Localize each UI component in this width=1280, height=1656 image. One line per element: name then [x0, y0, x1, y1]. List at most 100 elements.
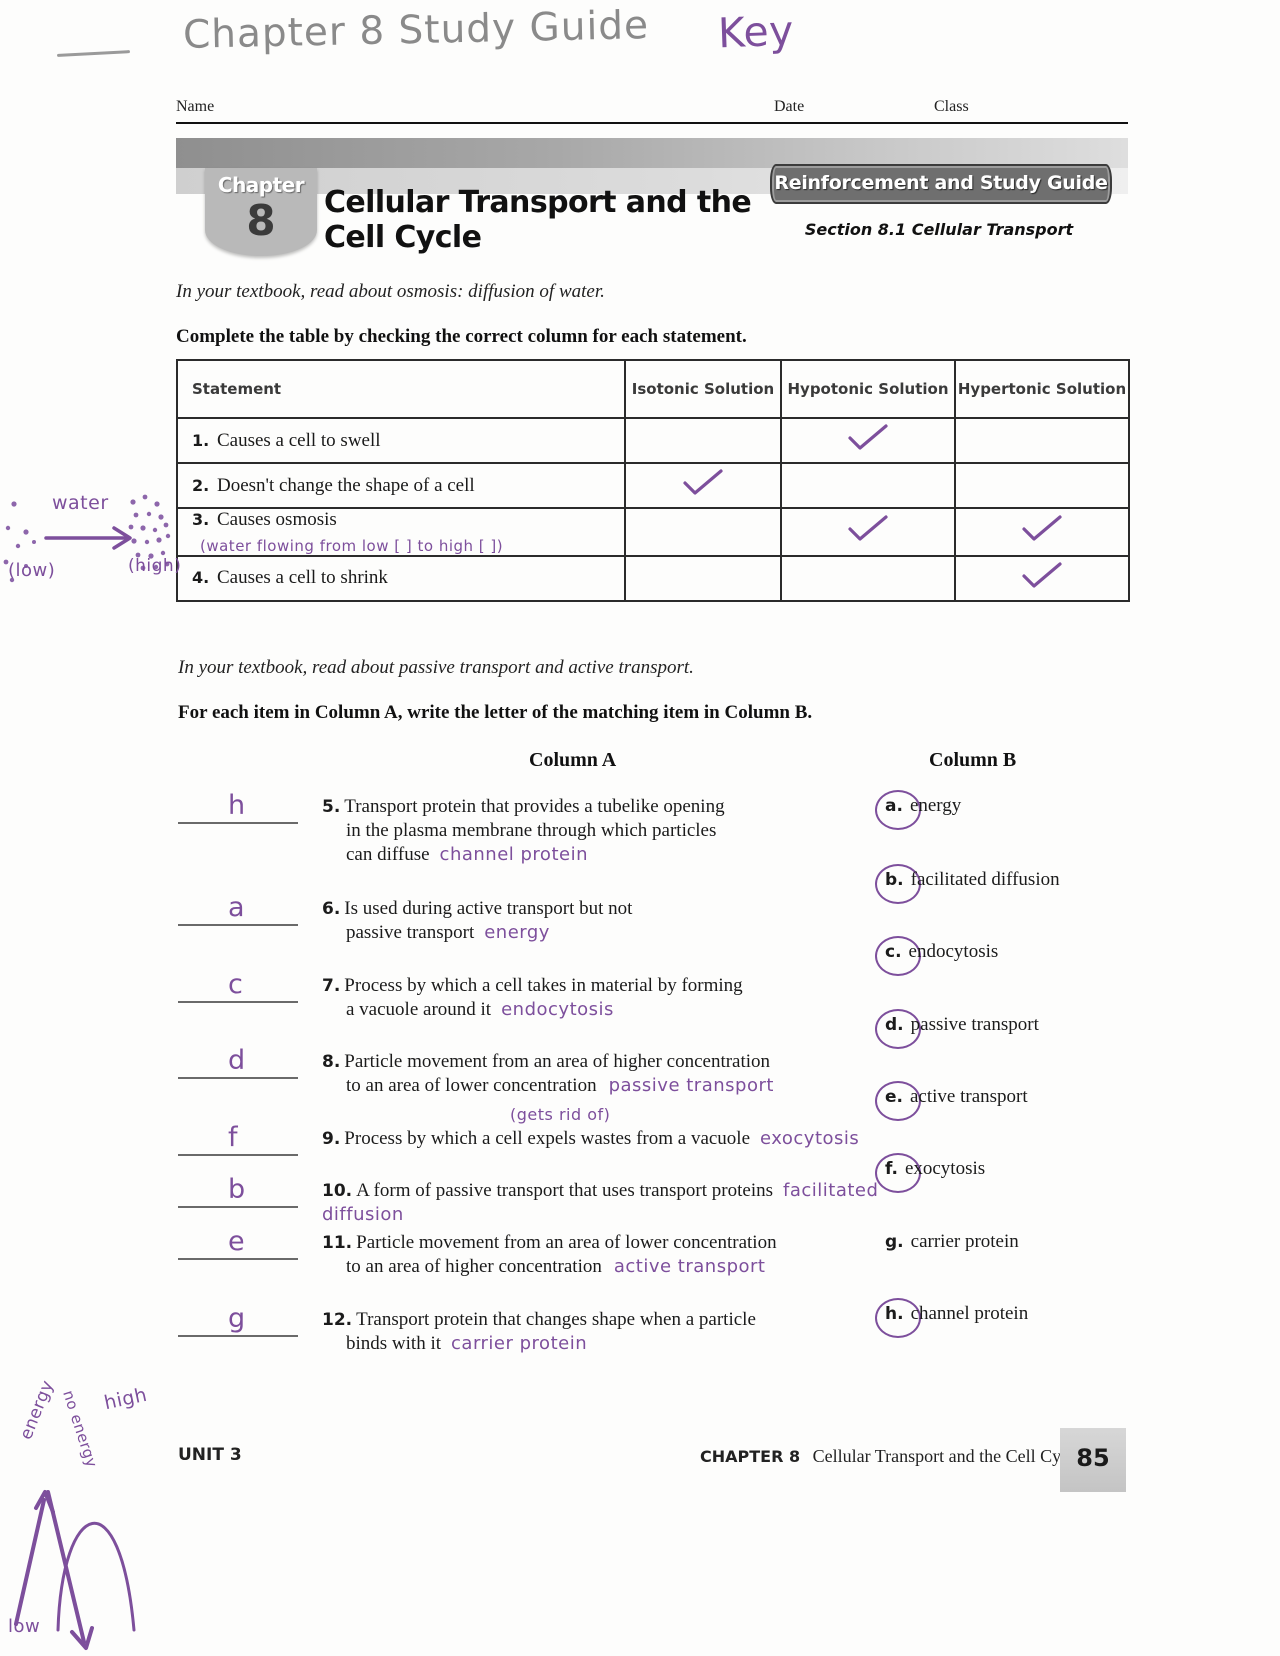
- column-b-item[interactable]: h. channel protein: [885, 1303, 1028, 1325]
- table-body: 1. Causes a cell to swell 2. Doesn't chan…: [176, 417, 1130, 602]
- item-text: Process by which a cell takes in materia…: [344, 975, 743, 996]
- list-item: 10. A form of passive transport that uses…: [322, 1179, 882, 1227]
- column-b-letter: a.: [885, 796, 903, 816]
- col-header-hypertonic-label: Hypertonic Solution: [957, 379, 1127, 398]
- column-b-letter: c.: [885, 942, 902, 962]
- list-item: 12. Transport protein that changes shape …: [322, 1308, 882, 1356]
- answer-blank-line[interactable]: [178, 1154, 298, 1156]
- item-annotation-above: (gets rid of): [510, 1105, 611, 1124]
- column-b-text: channel protein: [910, 1303, 1029, 1324]
- date-label: Date: [774, 98, 805, 115]
- answer-letter: f: [228, 1122, 239, 1153]
- column-b-item[interactable]: d. passive transport: [885, 1014, 1039, 1036]
- check-mark: [845, 423, 891, 453]
- item-handwritten-answer: active transport: [613, 1255, 766, 1277]
- checkbox-cell[interactable]: [624, 554, 782, 602]
- page-title: Cellular Transport and the Cell Cycle: [324, 185, 752, 255]
- item-text-line2: a vacuole around it: [346, 998, 492, 1020]
- answer-blank-line[interactable]: [178, 1001, 298, 1003]
- checkbox-cell[interactable]: [624, 417, 782, 464]
- answer-letter: a: [228, 892, 246, 923]
- checkbox-cell[interactable]: [780, 507, 956, 557]
- answer-letter: g: [228, 1303, 246, 1334]
- item-number: 9.: [322, 1129, 341, 1149]
- answer-blank-line[interactable]: [178, 924, 298, 926]
- doodle-high-label: (high): [128, 556, 182, 576]
- item-handwritten-answer: passive transport: [608, 1074, 774, 1096]
- item-handwritten-answer: energy: [484, 921, 550, 943]
- list-item: 6. Is used during active transport but no…: [322, 897, 882, 945]
- answer-blank-line[interactable]: [178, 1077, 298, 1079]
- table-row: 2. Doesn't change the shape of a cell: [176, 462, 1130, 509]
- checkbox-cell[interactable]: [954, 507, 1130, 557]
- column-b-item[interactable]: c. endocytosis: [885, 941, 998, 963]
- item-text-line2: binds with it: [346, 1332, 442, 1354]
- column-b-text: passive transport: [910, 1014, 1039, 1035]
- study-guide-badge: Reinforcement and Study Guide: [770, 164, 1112, 204]
- item-handwritten-answer: endocytosis: [501, 998, 614, 1020]
- table-row: 4. Causes a cell to shrink: [176, 554, 1130, 602]
- column-b-item[interactable]: e. active transport: [885, 1086, 1028, 1108]
- page-number-box: 85: [1060, 1428, 1126, 1492]
- column-b-text: exocytosis: [904, 1158, 986, 1179]
- column-b-letter: f.: [885, 1159, 898, 1179]
- column-b-item[interactable]: b. facilitated diffusion: [885, 869, 1060, 891]
- item-text: Is used during active transport but not: [344, 898, 633, 919]
- item-text: Process by which a cell expels wastes fr…: [344, 1128, 751, 1149]
- col-header-isotonic-label: Isotonic Solution: [631, 379, 775, 398]
- section-label: Section 8.1 Cellular Transport: [804, 220, 1074, 239]
- answer-letter: b: [228, 1174, 246, 1205]
- column-b-header: Column B: [929, 749, 1017, 771]
- answer-letter: d: [228, 1045, 246, 1076]
- statement-number: 2.: [192, 475, 210, 495]
- pencil-dash-mark: [56, 50, 131, 57]
- check-mark: [1019, 561, 1065, 591]
- read-instruction-2: In your textbook, read about passive tra…: [178, 657, 694, 678]
- col-header-statement: Statement: [176, 359, 626, 419]
- page-number: 85: [1076, 1444, 1110, 1472]
- sketch-low-label: low: [8, 1616, 41, 1637]
- statement-annotation: (water flowing from low [ ] to high [ ]): [200, 537, 504, 555]
- checkbox-cell[interactable]: [954, 554, 1130, 602]
- checkbox-cell[interactable]: [954, 417, 1130, 464]
- col-header-isotonic: Isotonic Solution: [624, 359, 782, 419]
- checkbox-cell[interactable]: [780, 417, 956, 464]
- statement-cell: 1. Causes a cell to swell: [176, 417, 626, 464]
- answer-blank-line[interactable]: [178, 1206, 298, 1208]
- chapter-word: Chapter: [217, 173, 305, 197]
- item-text: Transport protein that changes shape whe…: [356, 1309, 756, 1330]
- item-text: Particle movement from an area of higher…: [344, 1051, 771, 1072]
- checkbox-cell[interactable]: [624, 507, 782, 557]
- statement-number: 1.: [192, 430, 210, 450]
- statement-text: Causes osmosis: [216, 509, 337, 530]
- answer-blank-line[interactable]: [178, 822, 298, 824]
- column-b-letter: h.: [885, 1304, 904, 1324]
- class-label: Class: [934, 98, 969, 115]
- answer-blank-line[interactable]: [178, 1258, 298, 1260]
- check-mark: [845, 514, 891, 544]
- checkbox-cell[interactable]: [780, 462, 956, 509]
- column-b-text: energy: [909, 795, 962, 816]
- item-text-line2: to an area of higher concentration: [346, 1255, 602, 1277]
- column-b-item[interactable]: g. carrier protein: [885, 1231, 1019, 1253]
- column-b-text: endocytosis: [908, 941, 999, 962]
- item-text-line2: passive transport: [346, 921, 475, 943]
- checkbox-cell[interactable]: [954, 462, 1130, 509]
- list-item: 9. Process by which a cell expels wastes …: [322, 1105, 882, 1151]
- column-b-item[interactable]: f. exocytosis: [885, 1158, 985, 1180]
- col-header-hypertonic: Hypertonic Solution: [954, 359, 1130, 419]
- column-b-letter: e.: [885, 1087, 903, 1107]
- statement-cell: 2. Doesn't change the shape of a cell: [176, 462, 626, 509]
- list-item: 5. Transport protein that provides a tube…: [322, 795, 882, 866]
- list-item: 11. Particle movement from an area of low…: [322, 1231, 882, 1279]
- item-text: Transport protein that provides a tubeli…: [344, 796, 725, 817]
- checkbox-cell[interactable]: [624, 462, 782, 509]
- worksheet-page: Chapter 8 Study Guide Key Name Date Clas…: [0, 0, 1280, 1656]
- answer-blank-line[interactable]: [178, 1335, 298, 1337]
- column-b-item[interactable]: a. energy: [885, 795, 961, 817]
- task-instruction-2: For each item in Column A, write the let…: [178, 702, 813, 723]
- check-mark: [1019, 514, 1065, 544]
- column-b-text: active transport: [910, 1086, 1028, 1107]
- checkbox-cell[interactable]: [780, 554, 956, 602]
- handwritten-title: Chapter 8 Study Guide: [182, 3, 650, 58]
